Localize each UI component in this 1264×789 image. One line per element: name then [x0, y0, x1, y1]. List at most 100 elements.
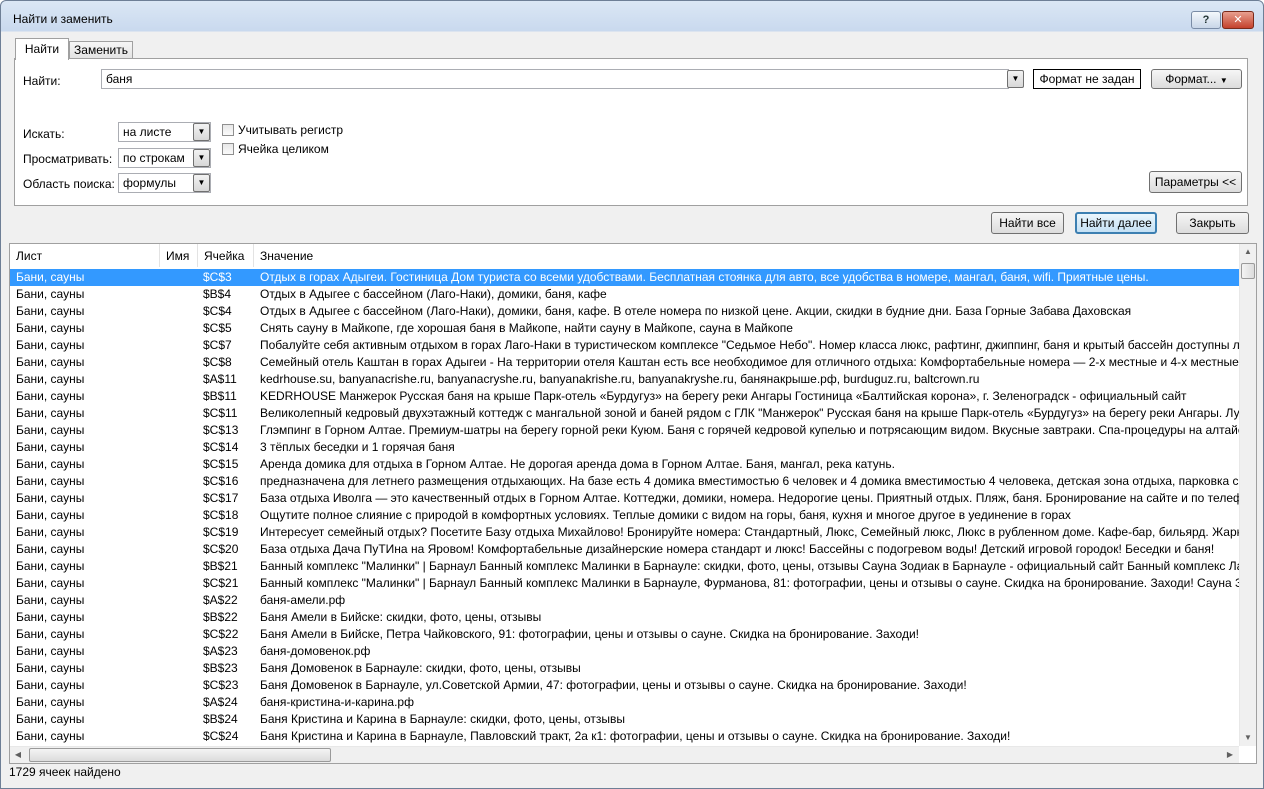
cell-value: Интересует семейный отдых? Посетите Базу…	[260, 525, 1239, 539]
cell-sheet: Бани, сауны	[16, 542, 85, 556]
tab-replace[interactable]: Заменить	[69, 41, 133, 59]
table-row[interactable]: Бани, сауны $B$24 Баня Кристина и Карина в…	[10, 711, 1239, 728]
table-row[interactable]: Бани, сауны $A$22 баня-амели.рф	[10, 592, 1239, 609]
find-label: Найти:	[23, 74, 61, 88]
cell-address: $B$22	[203, 610, 238, 624]
cell-address: $C$16	[203, 474, 239, 488]
cell-address: $C$14	[203, 440, 239, 454]
tab-find[interactable]: Найти	[15, 38, 69, 60]
table-row[interactable]: Бани, сауны $B$4 Отдых в Адыгее с бассейно…	[10, 286, 1239, 303]
cell-value: Аренда домика для отдыха в Горном Алтае.…	[260, 457, 895, 471]
cell-sheet: Бани, сауны	[16, 304, 85, 318]
table-row[interactable]: Бани, сауны $C$21 Банный комплекс "Малинки…	[10, 575, 1239, 592]
match-case-checkbox[interactable]	[222, 124, 234, 136]
column-header-name[interactable]: Имя	[160, 244, 198, 267]
table-row[interactable]: Бани, сауны $C$24 Баня Кристина и Карина в…	[10, 728, 1239, 745]
cell-sheet: Бани, сауны	[16, 287, 85, 301]
column-header-cell[interactable]: Ячейка	[198, 244, 254, 267]
table-row[interactable]: Бани, сауны $C$19 Интересует семейный отды…	[10, 524, 1239, 541]
scroll-left-button[interactable]: ◀	[10, 747, 26, 763]
column-header-value[interactable]: Значение	[254, 244, 1239, 267]
cell-address: $B$21	[203, 559, 238, 573]
title-bar[interactable]: Найти и заменить ? ✕	[1, 1, 1263, 35]
scroll-down-button[interactable]: ▼	[1240, 730, 1256, 746]
table-row[interactable]: Бани, сауны $B$22 Баня Амели в Бийске: ски…	[10, 609, 1239, 626]
table-row[interactable]: Бани, сауны $C$3 Отдых в горах Адыгеи. Гос…	[10, 269, 1239, 286]
column-header-sheet[interactable]: Лист	[10, 244, 160, 267]
search-dropdown[interactable]: ▼	[193, 149, 210, 167]
table-row[interactable]: Бани, сауны $C$16 предназначена для летнег…	[10, 473, 1239, 490]
results-list[interactable]: Лист Имя Ячейка Значение Бани, сауны $C$3…	[9, 243, 1257, 764]
table-row[interactable]: Бани, сауны $C$13 Глэмпинг в Горном Алтае.…	[10, 422, 1239, 439]
cell-address: $C$21	[203, 576, 239, 590]
find-next-button[interactable]: Найти далее	[1075, 212, 1157, 234]
cell-address: $B$23	[203, 661, 238, 675]
table-row[interactable]: Бани, сауны $B$11 KEDRHOUSE Манжерок Русск…	[10, 388, 1239, 405]
table-row[interactable]: Бани, сауны $C$7 Побалуйте себя активным о…	[10, 337, 1239, 354]
table-row[interactable]: Бани, сауны $C$22 Баня Амели в Бийске, Пет…	[10, 626, 1239, 643]
cell-value: kedrhouse.su, banyanacrishe.ru, banyanac…	[260, 372, 980, 386]
cell-address: $A$11	[203, 372, 237, 386]
cell-sheet: Бани, сауны	[16, 729, 85, 743]
table-row[interactable]: Бани, сауны $C$11 Великолепный кедровый дв…	[10, 405, 1239, 422]
look-in-label: Область поиска:	[23, 177, 115, 191]
table-row[interactable]: Бани, сауны $A$23 баня-домовенок.рф	[10, 643, 1239, 660]
cell-sheet: Бани, сауны	[16, 678, 85, 692]
cell-address: $C$22	[203, 627, 239, 641]
cell-address: $C$13	[203, 423, 239, 437]
cell-value: Отдых в Адыгее с бассейном (Лаго-Наки), …	[260, 287, 607, 301]
cell-value: Отдых в горах Адыгеи. Гостиница Дом тури…	[260, 270, 1149, 284]
find-input-value: баня	[106, 72, 133, 86]
horizontal-scrollbar[interactable]: ◀ ▶	[10, 746, 1239, 763]
cell-value: Глэмпинг в Горном Алтае. Премиум-шатры н…	[260, 423, 1239, 437]
help-button[interactable]: ?	[1191, 11, 1221, 29]
search-value: по строкам	[123, 151, 185, 165]
table-row[interactable]: Бани, сауны $C$8 Семейный отель Каштан в г…	[10, 354, 1239, 371]
table-row[interactable]: Бани, сауны $A$11 kedrhouse.su, banyanacri…	[10, 371, 1239, 388]
table-row[interactable]: Бани, сауны $A$24 баня-кристина-и-карина.р…	[10, 694, 1239, 711]
cell-sheet: Бани, сауны	[16, 695, 85, 709]
table-row[interactable]: Бани, сауны $B$23 Баня Домовенок в Барнаул…	[10, 660, 1239, 677]
table-row[interactable]: Бани, сауны $C$23 Баня Домовенок в Барнаул…	[10, 677, 1239, 694]
entire-cell-checkbox[interactable]	[222, 143, 234, 155]
window-close-button[interactable]: ✕	[1222, 11, 1254, 29]
chevron-down-icon: ▼	[1219, 76, 1228, 85]
cell-address: $A$23	[203, 644, 238, 658]
cell-sheet: Бани, сауны	[16, 338, 85, 352]
scroll-up-button[interactable]: ▲	[1240, 244, 1256, 260]
options-button[interactable]: Параметры <<	[1149, 171, 1242, 193]
chevron-down-icon: ▼	[1011, 74, 1020, 83]
close-button[interactable]: Закрыть	[1176, 212, 1249, 234]
find-input[interactable]: баня	[101, 69, 1009, 89]
table-row[interactable]: Бани, сауны $C$4 Отдых в Адыгее с бассейно…	[10, 303, 1239, 320]
table-row[interactable]: Бани, сауны $C$20 База отдыха Дача ПуТИна …	[10, 541, 1239, 558]
table-row[interactable]: Бани, сауны $B$21 Банный комплекс "Малинки…	[10, 558, 1239, 575]
table-row[interactable]: Бани, сауны $C$15 Аренда домика для отдыха…	[10, 456, 1239, 473]
cell-value: Баня Кристина и Карина в Барнауле, Павло…	[260, 729, 1011, 743]
vertical-scrollbar[interactable]: ▲ ▼	[1239, 244, 1256, 746]
find-history-dropdown[interactable]: ▼	[1007, 70, 1024, 88]
find-all-button[interactable]: Найти все	[991, 212, 1064, 234]
chevron-right-icon: ▶	[1226, 750, 1234, 759]
vertical-scroll-thumb[interactable]	[1241, 263, 1255, 279]
table-row[interactable]: Бани, сауны $C$5 Снять сауну в Майкопе, гд…	[10, 320, 1239, 337]
within-dropdown[interactable]: ▼	[193, 123, 210, 141]
table-row[interactable]: Бани, сауны $C$14 3 тёплых беседки и 1 гор…	[10, 439, 1239, 456]
cell-sheet: Бани, сауны	[16, 474, 85, 488]
cell-address: $C$20	[203, 542, 239, 556]
format-button[interactable]: Формат... ▼	[1151, 69, 1242, 89]
scroll-right-button[interactable]: ▶	[1222, 747, 1238, 763]
table-row[interactable]: Бани, сауны $C$18 Ощутите полное слияние с…	[10, 507, 1239, 524]
cell-value: баня-домовенок.рф	[260, 644, 371, 658]
cell-address: $C$18	[203, 508, 239, 522]
within-value: на листе	[123, 125, 172, 139]
cell-address: $C$15	[203, 457, 239, 471]
cell-value: Баня Кристина и Карина в Барнауле: скидк…	[260, 712, 626, 726]
cell-address: $C$5	[203, 321, 232, 335]
cell-sheet: Бани, сауны	[16, 627, 85, 641]
cell-sheet: Бани, сауны	[16, 661, 85, 675]
look-in-dropdown[interactable]: ▼	[193, 174, 210, 192]
table-row[interactable]: Бани, сауны $C$17 База отдыха Иволга — это…	[10, 490, 1239, 507]
cell-value: База отдыха Дача ПуТИна на Яровом! Комфо…	[260, 542, 1215, 556]
horizontal-scroll-thumb[interactable]	[29, 748, 331, 762]
